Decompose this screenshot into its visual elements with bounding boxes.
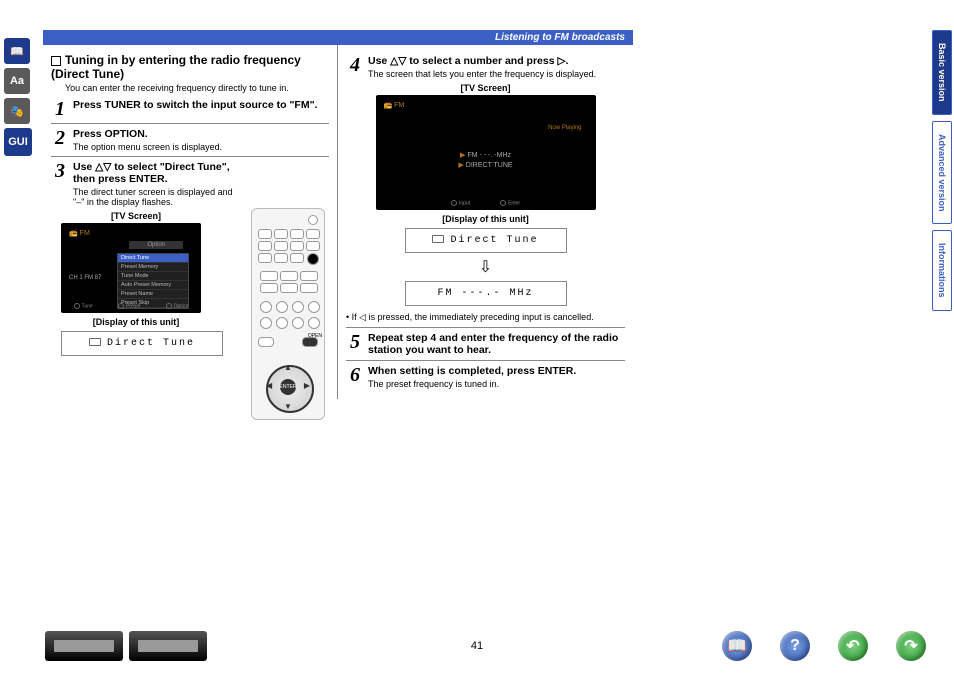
tab-informations[interactable]: Informations — [932, 230, 952, 311]
step-1: 1 Press TUNER to switch the input source… — [51, 99, 329, 119]
column-left: Tuning in by entering the radio frequenc… — [43, 45, 338, 399]
header-bar: Listening to FM broadcasts — [43, 30, 633, 45]
remote-control: OPEN ▲ ▼ ◀ ▶ ENTER — [251, 208, 325, 420]
forward-icon[interactable]: ↷ — [896, 631, 926, 661]
device-rear-icon[interactable] — [129, 631, 207, 661]
back-icon[interactable]: ↶ — [838, 631, 868, 661]
sidebar-nav: 📖 Aa 🎭 GUI — [4, 38, 32, 156]
column-right: 4 Use △▽ to select a number and press ▷.… — [338, 45, 633, 399]
display-unit-label-1: [Display of this unit] — [61, 317, 211, 327]
glossary-icon[interactable]: Aa — [4, 68, 30, 94]
help-icon[interactable]: ? — [780, 631, 810, 661]
footer: 41 📖 ? ↶ ↷ — [0, 631, 954, 661]
manual-page: Listening to FM broadcasts Tuning in by … — [43, 30, 633, 399]
theatre-icon[interactable]: 🎭 — [4, 98, 30, 124]
gui-icon[interactable]: GUI — [4, 128, 32, 156]
step-3: 3 Use △▽ to select "Direct Tune", then p… — [51, 161, 329, 207]
unit-display-3: FM ---.- MHz — [405, 281, 567, 306]
contents-icon[interactable]: 📖 — [722, 631, 752, 661]
book-icon[interactable]: 📖 — [4, 38, 30, 64]
section-title: Tuning in by entering the radio frequenc… — [51, 53, 329, 81]
display-unit-label-2: [Display of this unit] — [346, 214, 625, 224]
device-front-icon[interactable] — [45, 631, 123, 661]
unit-display-1: Direct Tune — [61, 331, 223, 356]
tv-screen-label-2: [TV Screen] — [346, 83, 625, 93]
dpad[interactable]: ▲ ▼ ◀ ▶ ENTER — [266, 365, 310, 409]
step-6: 6 When setting is completed, press ENTER… — [346, 365, 625, 389]
page-number: 41 — [471, 640, 483, 652]
enter-button[interactable]: ENTER — [280, 379, 296, 395]
tab-basic[interactable]: Basic version — [932, 30, 952, 115]
step-5: 5 Repeat step 4 and enter the frequency … — [346, 332, 625, 356]
tab-advanced[interactable]: Advanced version — [932, 121, 952, 225]
tv-screen-2: 📻 FM Now Playing ▶FM - - -. -MHz ▶DIRECT… — [376, 95, 596, 210]
tv-screen-1: 📻 FM Option Direct Tune Preset Memory Tu… — [61, 223, 201, 313]
unit-display-2: Direct Tune — [405, 228, 567, 253]
note-cancel: • If ◁ is pressed, the immediately prece… — [346, 312, 625, 323]
arrow-down-icon: ⇩ — [346, 257, 625, 277]
side-tabs: Basic version Advanced version Informati… — [932, 30, 952, 311]
tuner-button[interactable] — [307, 253, 319, 265]
step-2: 2 Press OPTION.The option menu screen is… — [51, 128, 329, 152]
step-4: 4 Use △▽ to select a number and press ▷.… — [346, 55, 625, 79]
section-subtitle: You can enter the receiving frequency di… — [65, 83, 329, 93]
tv-screen-label-1: [TV Screen] — [61, 211, 211, 221]
